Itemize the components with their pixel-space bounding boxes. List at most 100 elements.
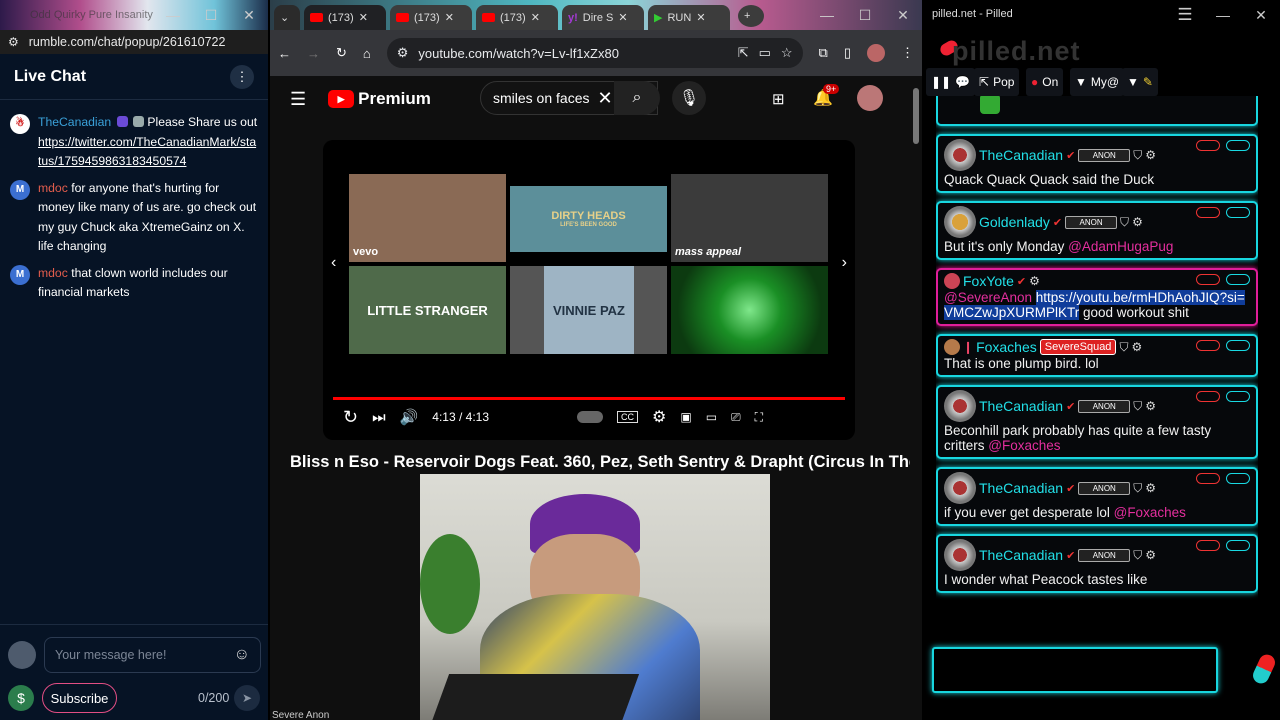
chat-username[interactable]: mdoc [38, 181, 68, 195]
toggle-on-button[interactable]: ● On [1026, 68, 1064, 96]
reply-pill-button[interactable] [1226, 340, 1250, 351]
prev-arrow-icon[interactable]: ‹ [331, 254, 336, 272]
page-scrollbar[interactable] [910, 76, 922, 470]
fullscreen-icon[interactable]: ⛶ [755, 410, 763, 425]
open-in-app-icon[interactable]: ⇱ [738, 45, 749, 61]
reply-pill-button[interactable] [1226, 473, 1250, 484]
chat-username[interactable]: TheCanadian [979, 147, 1063, 163]
tab-dire[interactable]: y! Dire S ✕ [562, 5, 644, 30]
back-icon[interactable]: ← [278, 46, 291, 61]
squad-badge[interactable]: SevereSquad [1039, 339, 1117, 355]
reply-pill-button[interactable] [1226, 140, 1250, 151]
emoji-icon[interactable]: ☺ [234, 646, 250, 664]
home-icon[interactable]: ⌂ [363, 46, 371, 61]
chat-message-input[interactable]: Your message here! ☺ [44, 637, 261, 673]
shield-icon[interactable]: ⛉ [1133, 148, 1142, 163]
rant-dollar-button[interactable]: $ [8, 685, 34, 711]
chrome-menu-icon[interactable]: ⋮ [901, 45, 914, 61]
endscreen-video[interactable]: LITTLE STRANGER [349, 266, 506, 354]
scroll-thumb[interactable] [913, 88, 919, 144]
gear-icon[interactable]: ⚙ [1145, 399, 1156, 413]
bookmark-star-icon[interactable]: ☆ [781, 45, 793, 61]
next-arrow-icon[interactable]: › [842, 254, 847, 272]
gear-icon[interactable]: ⚙ [1132, 215, 1143, 229]
mute-pill-button[interactable] [1196, 473, 1220, 484]
endscreen-video[interactable]: vevo [349, 174, 506, 262]
chat-username[interactable]: TheCanadian [979, 547, 1063, 563]
chat-username[interactable]: TheCanadian [38, 115, 111, 129]
shield-icon[interactable]: ⛉ [1120, 215, 1129, 230]
gear-icon[interactable]: ⚙ [1145, 148, 1156, 162]
video-player[interactable]: vevo DIRTY HEADS LIFE'S BEEN GOOD mass ap… [323, 140, 855, 440]
tab-close-icon[interactable]: ✕ [445, 11, 454, 24]
mute-pill-button[interactable] [1196, 140, 1220, 151]
pause-chat-button[interactable]: ❚❚ 💬 [926, 68, 976, 96]
chat-username[interactable]: Foxaches [976, 339, 1037, 355]
tab-close-icon[interactable]: ✕ [618, 11, 627, 24]
tab-youtube-1[interactable]: (173) ✕ [304, 5, 386, 30]
minimize-icon[interactable]: — [154, 0, 192, 30]
reply-pill-button[interactable] [1226, 207, 1250, 218]
volume-icon[interactable]: 🔊 [400, 408, 419, 426]
mention-link[interactable]: @Foxaches [1114, 505, 1186, 520]
chat-username[interactable]: TheCanadian [979, 398, 1063, 414]
reply-pill-button[interactable] [1226, 391, 1250, 402]
minimize-icon[interactable]: — [808, 0, 846, 30]
reply-pill-button[interactable] [1226, 274, 1250, 285]
site-info-icon[interactable]: ⚙ [397, 45, 409, 61]
shield-icon[interactable]: ⛉ [1133, 399, 1142, 414]
shield-icon[interactable]: ⛉ [1119, 340, 1128, 355]
tab-youtube-3[interactable]: (173) ✕ [476, 5, 558, 30]
minimize-icon[interactable]: — [1204, 0, 1242, 30]
gear-icon[interactable]: ⚙ [1145, 481, 1156, 495]
hamburger-icon[interactable]: ☰ [290, 89, 306, 110]
voice-search-icon[interactable]: 🎙 [672, 81, 706, 115]
tab-close-icon[interactable]: ✕ [531, 11, 540, 24]
pilled-message-input[interactable] [932, 647, 1218, 693]
site-settings-icon[interactable]: ⚙ [8, 35, 19, 49]
create-icon[interactable]: ⊞ [772, 90, 785, 108]
endscreen-video[interactable]: mass appeal [671, 174, 828, 262]
mute-pill-button[interactable] [1196, 540, 1220, 551]
close-icon[interactable]: ✕ [230, 0, 268, 30]
mute-pill-button[interactable] [1196, 340, 1220, 351]
chat-scrollbar[interactable] [1260, 96, 1274, 644]
filter-pill-button[interactable]: ▼ ✎ [1122, 68, 1158, 96]
miniplayer-icon[interactable]: ▣ [680, 410, 691, 424]
endscreen-video[interactable]: DIRTY HEADS LIFE'S BEEN GOOD [510, 186, 667, 252]
reply-pill-button[interactable] [1226, 540, 1250, 551]
new-tab-icon[interactable]: + [738, 5, 764, 27]
chat-username[interactable]: FoxYote [963, 273, 1014, 289]
shield-icon[interactable]: ⛉ [1133, 481, 1142, 496]
pill-send-icon[interactable] [1250, 652, 1278, 686]
close-icon[interactable]: ✕ [884, 0, 922, 30]
popout-button[interactable]: ⇱ Pop [974, 68, 1020, 96]
tab-youtube-2[interactable]: (173) ✕ [390, 5, 472, 30]
maximize-icon[interactable]: ☐ [192, 0, 230, 30]
send-icon[interactable]: ➤ [234, 685, 260, 711]
next-icon[interactable]: ⏭ [372, 409, 386, 426]
autoplay-toggle[interactable] [577, 411, 604, 423]
more-options-icon[interactable]: ⋮ [230, 64, 254, 89]
tab-search-icon[interactable]: ⌄ [274, 5, 300, 30]
close-icon[interactable]: ✕ [1242, 0, 1280, 30]
sidepanel-icon[interactable]: ▯ [844, 45, 851, 61]
mention-link[interactable]: @SevereAnon [944, 290, 1032, 305]
tab-run[interactable]: ▶ RUN ✕ [648, 5, 730, 30]
profile-icon[interactable] [867, 44, 885, 62]
mute-pill-button[interactable] [1196, 391, 1220, 402]
mention-link[interactable]: @AdamHugaPug [1068, 239, 1173, 254]
clear-search-icon[interactable]: ✕ [597, 88, 612, 109]
chat-link[interactable]: https://twitter.com/TheCanadianMark/stat… [38, 135, 256, 169]
chat-username[interactable]: Goldenlady [979, 214, 1050, 230]
chat-username[interactable]: TheCanadian [979, 480, 1063, 496]
hamburger-icon[interactable]: ☰ [1166, 0, 1204, 30]
search-button[interactable]: ⌕ [614, 81, 660, 115]
tab-close-icon[interactable]: ✕ [696, 11, 705, 24]
shield-icon[interactable]: ⛉ [1133, 548, 1142, 563]
maximize-icon[interactable]: ☐ [846, 0, 884, 30]
mute-pill-button[interactable] [1196, 274, 1220, 285]
gear-icon[interactable]: ⚙ [1131, 340, 1142, 354]
gear-icon[interactable]: ⚙ [1029, 274, 1040, 288]
theater-icon[interactable]: ▭ [706, 410, 717, 424]
